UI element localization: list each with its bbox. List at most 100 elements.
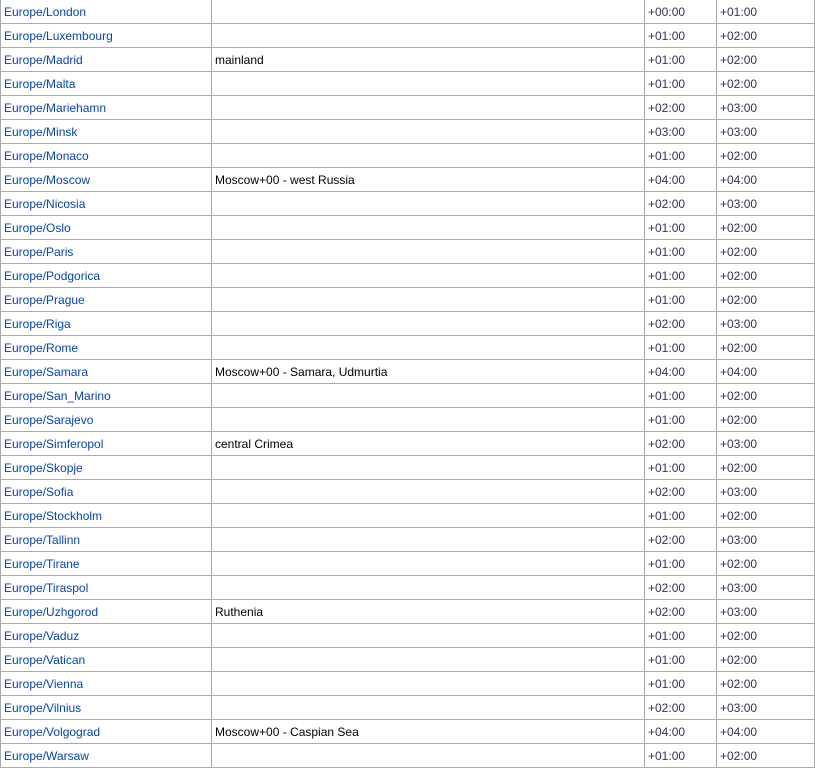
timezone-link[interactable]: Europe/Riga [4,317,71,331]
utc-offset-cell: +04:00 [644,167,717,192]
utc-offset-cell: +02:00 [644,311,717,336]
comment-cell [211,743,645,768]
comment-cell: Ruthenia [211,599,645,624]
comment-cell [211,119,645,144]
table-row: Europe/Vilnius +02:00 +03:00 [0,695,815,720]
timezone-cell: Europe/Nicosia [0,191,212,216]
utc-dst-offset-cell: +02:00 [716,503,815,528]
timezone-cell: Europe/Vaduz [0,623,212,648]
utc-dst-offset-cell: +02:00 [716,71,815,96]
timezone-link[interactable]: Europe/Mariehamn [4,101,106,115]
comment-cell: Moscow+00 - Samara, Udmurtia [211,359,645,384]
timezone-link[interactable]: Europe/Podgorica [4,269,100,283]
timezone-cell: Europe/Sarajevo [0,407,212,432]
utc-dst-offset-cell: +02:00 [716,263,815,288]
timezone-link[interactable]: Europe/Vatican [4,653,85,667]
utc-offset-cell: +01:00 [644,143,717,168]
timezone-link[interactable]: Europe/London [4,5,86,19]
table-row: Europe/San_Marino +01:00 +02:00 [0,383,815,408]
utc-offset-cell: +02:00 [644,599,717,624]
utc-dst-offset-cell: +02:00 [716,455,815,480]
utc-dst-offset-cell: +02:00 [716,551,815,576]
utc-offset-cell: +01:00 [644,335,717,360]
utc-offset-cell: +01:00 [644,647,717,672]
timezone-link[interactable]: Europe/Nicosia [4,197,85,211]
comment-cell [211,575,645,600]
table-row: Europe/Skopje +01:00 +02:00 [0,455,815,480]
timezone-cell: Europe/Moscow [0,167,212,192]
timezone-link[interactable]: Europe/Prague [4,293,85,307]
timezone-link[interactable]: Europe/Sarajevo [4,413,93,427]
utc-dst-offset-cell: +03:00 [716,695,815,720]
timezone-cell: Europe/Paris [0,239,212,264]
table-row: Europe/Prague +01:00 +02:00 [0,287,815,312]
timezone-link[interactable]: Europe/Minsk [4,125,77,139]
table-row: Europe/Luxembourg +01:00 +02:00 [0,23,815,48]
timezone-link[interactable]: Europe/Tallinn [4,533,80,547]
timezone-link[interactable]: Europe/Stockholm [4,509,102,523]
timezone-link[interactable]: Europe/Vaduz [4,629,79,643]
utc-offset-cell: +02:00 [644,575,717,600]
comment-cell: central Crimea [211,431,645,456]
comment-cell [211,0,645,24]
table-row: Europe/Vienna +01:00 +02:00 [0,671,815,696]
timezone-table-body: Europe/London +00:00 +01:00 Europe/Luxembou… [0,0,815,768]
utc-dst-offset-cell: +02:00 [716,623,815,648]
timezone-cell: Europe/Prague [0,287,212,312]
timezone-cell: Europe/Mariehamn [0,95,212,120]
timezone-cell: Europe/Riga [0,311,212,336]
timezone-cell: Europe/Minsk [0,119,212,144]
utc-offset-cell: +01:00 [644,71,717,96]
timezone-cell: Europe/Tiraspol [0,575,212,600]
comment-cell [211,527,645,552]
timezone-link[interactable]: Europe/Malta [4,77,75,91]
utc-dst-offset-cell: +02:00 [716,287,815,312]
timezone-link[interactable]: Europe/Warsaw [4,749,89,763]
timezone-link[interactable]: Europe/Simferopol [4,437,103,451]
table-row: Europe/Samara Moscow+00 - Samara, Udmurti… [0,359,815,384]
timezone-link[interactable]: Europe/Vilnius [4,701,81,715]
comment-cell [211,335,645,360]
table-row: Europe/Nicosia +02:00 +03:00 [0,191,815,216]
utc-offset-cell: +02:00 [644,191,717,216]
timezone-link[interactable]: Europe/Samara [4,365,88,379]
timezone-link[interactable]: Europe/Moscow [4,173,90,187]
utc-dst-offset-cell: +04:00 [716,359,815,384]
timezone-link[interactable]: Europe/Oslo [4,221,71,235]
timezone-link[interactable]: Europe/Volgograd [4,725,100,739]
timezone-cell: Europe/Volgograd [0,719,212,744]
timezone-link[interactable]: Europe/Monaco [4,149,89,163]
utc-dst-offset-cell: +02:00 [716,335,815,360]
comment-cell [211,647,645,672]
timezone-cell: Europe/Vienna [0,671,212,696]
timezone-link[interactable]: Europe/Uzhgorod [4,605,98,619]
utc-offset-cell: +01:00 [644,215,717,240]
comment-cell [211,215,645,240]
timezone-link[interactable]: Europe/Sofia [4,485,73,499]
utc-dst-offset-cell: +03:00 [716,311,815,336]
utc-offset-cell: +01:00 [644,671,717,696]
table-row: Europe/Podgorica +01:00 +02:00 [0,263,815,288]
timezone-link[interactable]: Europe/Luxembourg [4,29,113,43]
comment-cell [211,407,645,432]
timezone-link[interactable]: Europe/San_Marino [4,389,111,403]
utc-offset-cell: +04:00 [644,719,717,744]
table-row: Europe/Tallinn +02:00 +03:00 [0,527,815,552]
timezone-cell: Europe/Malta [0,71,212,96]
table-row: Europe/Sofia +02:00 +03:00 [0,479,815,504]
timezone-link[interactable]: Europe/Vienna [4,677,83,691]
utc-offset-cell: +01:00 [644,23,717,48]
comment-cell [211,95,645,120]
timezone-link[interactable]: Europe/Paris [4,245,73,259]
utc-offset-cell: +02:00 [644,527,717,552]
timezone-cell: Europe/Rome [0,335,212,360]
timezone-cell: Europe/San_Marino [0,383,212,408]
timezone-link[interactable]: Europe/Madrid [4,53,83,67]
timezone-link[interactable]: Europe/Tirane [4,557,80,571]
timezone-link[interactable]: Europe/Tiraspol [4,581,88,595]
timezone-link[interactable]: Europe/Rome [4,341,78,355]
comment-cell [211,383,645,408]
timezone-link[interactable]: Europe/Skopje [4,461,83,475]
table-row: Europe/Stockholm +01:00 +02:00 [0,503,815,528]
comment-cell [211,455,645,480]
